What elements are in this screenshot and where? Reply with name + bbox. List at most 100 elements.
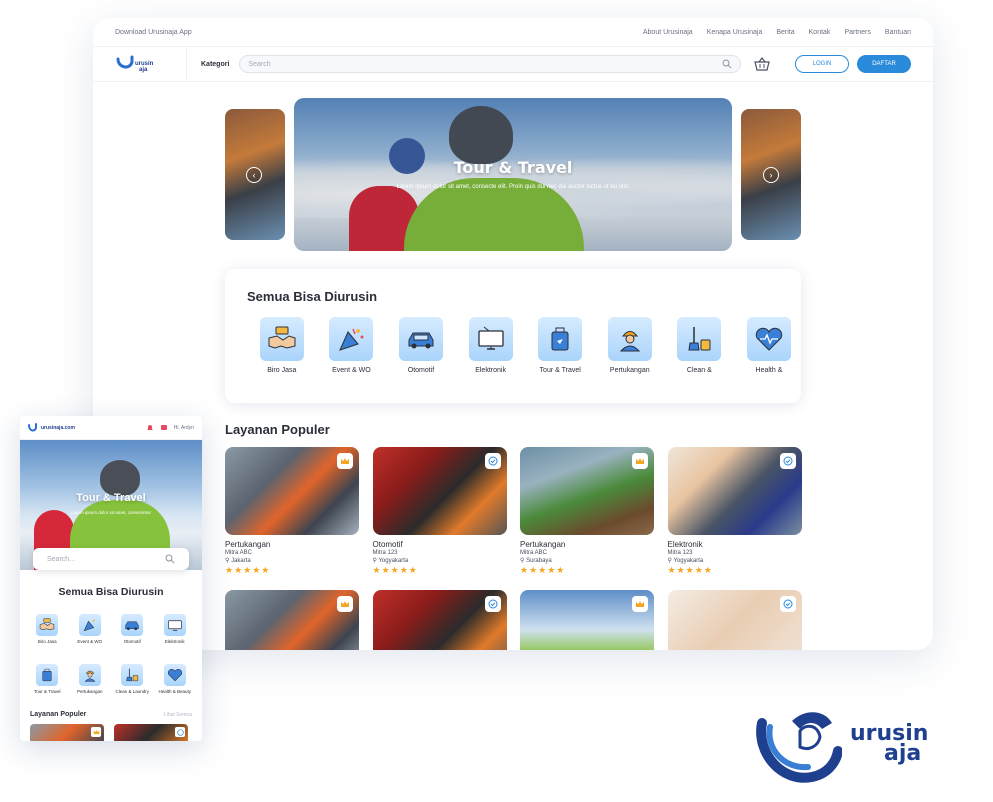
cleaning-icon (121, 664, 144, 686)
category-elektronik[interactable]: Elektronik (456, 317, 526, 374)
hero-title: Tour & Travel (453, 158, 573, 177)
partners-link[interactable]: Partners (844, 29, 870, 36)
search-placeholder: Search... (47, 555, 76, 563)
verified-icon (175, 727, 185, 737)
mobile-mockup: urusinaja.com Hi, Ardyn Tour & Travel Lo… (20, 416, 202, 741)
crown-icon (91, 727, 101, 737)
popular-card[interactable] (667, 590, 802, 650)
verified-icon (779, 596, 796, 612)
showcase: Download Urusinaja App About Urusinaja K… (0, 0, 993, 802)
popular-card[interactable]: Otomotif Mitra 123 ⚲ Yogyakarta ★★★★★ (372, 447, 507, 576)
site-logo[interactable]: urusin aja (115, 46, 187, 82)
cart-icon[interactable] (751, 55, 773, 73)
category-event-wo[interactable]: Event & WO (317, 317, 387, 374)
notification-icon[interactable] (146, 424, 154, 432)
card-title: Elektronik (667, 540, 703, 549)
category-label: Health & Beauty (158, 689, 192, 694)
about-link[interactable]: About Urusinaja (643, 29, 693, 36)
popular-card[interactable]: Elektronik Mitra 123 ⚲ Yogyakarta ★★★★★ (667, 447, 802, 576)
message-icon[interactable] (160, 424, 168, 432)
cleaning-icon (677, 317, 722, 361)
why-link[interactable]: Kenapa Urusinaja (707, 29, 763, 36)
card-rating: ★★★★★ (520, 565, 566, 575)
mobile-search-input[interactable]: Search... (33, 548, 189, 570)
category-otomotif[interactable]: Otomotif (386, 317, 456, 374)
contact-link[interactable]: Kontak (809, 29, 831, 36)
login-button[interactable]: LOGIN (795, 55, 849, 73)
tv-icon (163, 614, 186, 636)
category-label: Pertukangan (76, 689, 103, 694)
category-biro-jasa[interactable]: Biro Jasa (247, 317, 317, 374)
card-vendor: Mitra 123 (667, 550, 693, 556)
desktop-mockup: Download Urusinaja App About Urusinaja K… (93, 18, 933, 650)
mobile-category-title: Semua Bisa Diurusin (58, 586, 164, 598)
card-image (225, 590, 359, 650)
card-image (372, 447, 507, 535)
heart-icon (746, 317, 791, 361)
popular-card[interactable]: Pertukangan Mitra ABC ⚲ Surabaya ★★★★★ (520, 447, 654, 576)
mobile-popular-title: Layanan Populer (30, 711, 87, 718)
popular-card[interactable] (30, 724, 104, 741)
search-icon[interactable] (722, 59, 732, 69)
news-link[interactable]: Berita (776, 29, 794, 36)
category-label: Tour & Travel (33, 689, 61, 694)
luggage-icon (538, 317, 583, 361)
mobile-header: urusinaja.com Hi, Ardyn (20, 416, 202, 440)
location-pin-icon: ⚲ (520, 558, 525, 564)
category-row: Biro Jasa Event & WO Otomotif Elektronik… (247, 317, 804, 374)
carousel-right-arrow-icon[interactable]: › (763, 167, 779, 183)
category-elektronik[interactable]: Elektronik (154, 614, 197, 664)
user-greeting[interactable]: Hi, Ardyn (174, 425, 194, 431)
category-tour-travel[interactable]: Tour & Travel (26, 664, 69, 714)
card-rating: ★★★★★ (667, 565, 713, 575)
category-clean-laundry[interactable]: Clean & Laundry (111, 664, 154, 714)
popular-card[interactable] (520, 590, 654, 650)
download-app-link[interactable]: Download Urusinaja App (115, 29, 192, 36)
category-event-wo[interactable]: Event & WO (69, 614, 112, 664)
handshake-icon (259, 317, 304, 361)
category-label: Tour & Travel (539, 367, 581, 374)
carousel-left-arrow-icon[interactable]: ‹ (246, 167, 262, 183)
category-label: Clean & Laundry (115, 689, 150, 694)
category-health[interactable]: Health & (734, 317, 804, 374)
card-vendor: Mitra 123 (372, 550, 398, 556)
card-location: ⚲ Yogyakarta (372, 558, 409, 564)
card-image (225, 447, 359, 535)
popular-card[interactable] (114, 724, 188, 741)
category-pertukangan[interactable]: Pertukangan (595, 317, 665, 374)
handshake-icon (36, 614, 59, 636)
popular-card[interactable]: Pertukangan Mitra ABC ⚲ Jakarta ★★★★★ (225, 447, 359, 576)
brand-mark-icon (756, 712, 842, 783)
help-link[interactable]: Bantuan (885, 29, 911, 36)
see-all-link[interactable]: Lihat Semua (164, 712, 192, 718)
card-image (520, 447, 654, 535)
category-health-beauty[interactable]: Health & Beauty (154, 664, 197, 714)
top-bar: Download Urusinaja App About Urusinaja K… (93, 18, 933, 47)
location-pin-icon: ⚲ (225, 558, 230, 564)
worker-icon (607, 317, 652, 361)
logo-icon[interactable] (28, 422, 38, 433)
hero-banner: Tour & Travel Lorem ipsum dolor sit amet… (294, 98, 732, 251)
card-image (667, 590, 802, 650)
category-menu[interactable]: Kategori (201, 61, 229, 68)
search-icon[interactable] (165, 554, 175, 564)
logo-icon: urusin aja (116, 55, 154, 73)
svg-text:aja: aja (139, 67, 148, 73)
car-icon (398, 317, 443, 361)
tv-icon (468, 317, 513, 361)
search-input[interactable]: Search (239, 55, 741, 73)
popular-card[interactable] (372, 590, 507, 650)
category-clean[interactable]: Clean & (665, 317, 735, 374)
category-biro-jasa[interactable]: Biro Jasa (26, 614, 69, 664)
category-pertukangan[interactable]: Pertukangan (69, 664, 112, 714)
category-tour-travel[interactable]: Tour & Travel (525, 317, 595, 374)
category-otomotif[interactable]: Otomotif (111, 614, 154, 664)
popular-card[interactable] (225, 590, 359, 650)
register-button[interactable]: DAFTAR (857, 55, 911, 73)
card-title: Otomotif (372, 540, 403, 549)
card-location: ⚲ Yogyakarta (667, 558, 704, 564)
card-image (520, 590, 654, 650)
crown-icon (632, 596, 648, 612)
luggage-icon (36, 664, 59, 686)
card-image (372, 590, 507, 650)
